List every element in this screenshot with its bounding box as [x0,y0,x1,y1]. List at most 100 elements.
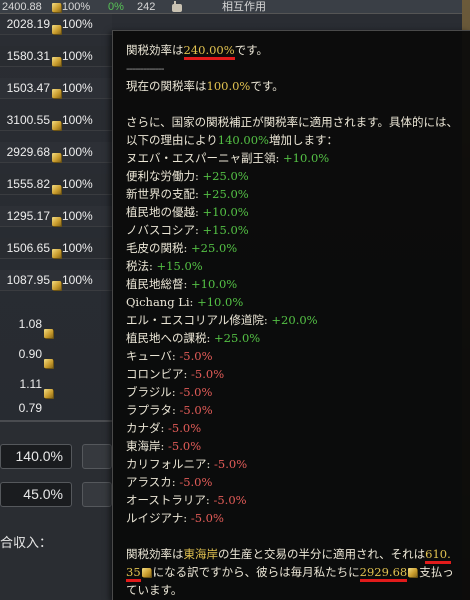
modifier-name: カリフォルニア: [126,457,211,471]
list-item[interactable]: 1.11 [0,370,112,398]
coin-icon [52,212,61,226]
table-row[interactable]: 1506.65 100% [0,238,112,259]
modifier-name: 植民地への課税: [126,331,211,345]
modifier-value: -5.0% [191,367,225,381]
row-amount: 1087.95 [6,273,50,287]
modifier-value: -5.0% [214,457,248,471]
header-count: 242 [137,1,156,13]
row-pct: 100% [62,241,93,255]
modifier-name: アラスカ: [126,475,176,489]
table-row[interactable]: 3100.55 100% [0,110,112,131]
text: になる訳ですから、彼らは毎月私たちに [152,565,360,579]
income-value-part1: 610. [425,547,451,564]
tariff-rate-box[interactable]: 140.0% [0,444,72,469]
row-pct: 100% [62,273,93,287]
row-amount: 1503.47 [6,81,50,95]
table-row[interactable]: 2929.68 100% [0,142,112,163]
modifier-value: -5.0% [179,385,213,399]
row-amount: 1555.82 [6,177,50,191]
row-amount: 1580.31 [6,49,50,63]
modifier-value: +10.0% [191,277,238,291]
modifier-row: ヌエバ・エスパーニャ副王領: +10.0% [126,149,329,167]
current-tariff-value: 100.0% [206,79,251,93]
modifier-row: 新世界の支配: +25.0% [126,185,249,203]
row-amount: 1.08 [18,317,42,331]
table-row[interactable]: 1503.47 100% [0,78,112,99]
tax-panel: 140.0% 45.0% [0,420,112,600]
hand-icon[interactable] [170,1,184,17]
modifier-name: 便利な労働力: [126,169,199,183]
interaction-tab[interactable]: 相互作用 [222,0,266,14]
modifier-row: 植民地総督: +10.0% [126,275,237,293]
modifier-value: -5.0% [213,493,247,507]
row-pct: 100% [62,145,93,159]
row-pct: 100% [62,209,93,223]
modifier-name: 新世界の支配: [126,187,199,201]
modifier-value: +15.0% [202,223,249,237]
modifier-row: 植民地の優越: +10.0% [126,203,249,221]
explanation-line-1: さらに、国家の関税補正が関税率に適用されます。具体的には、 [126,115,459,129]
adjust-button[interactable] [82,482,112,507]
explanation-line-2: 以下の理由により140.00%増加します： [126,131,338,149]
modifier-row: エル・エスコリアル修道院: +20.0% [126,311,318,329]
text: 以下の理由により [126,133,218,147]
modifier-value: -5.0% [179,475,213,489]
row-pct: 100% [62,49,93,63]
adjust-button[interactable] [82,444,112,469]
coin-icon [52,84,61,98]
modifier-row: ブラジル: -5.0% [126,383,212,401]
modifier-value: +10.0% [283,151,330,165]
coin-icon [52,244,61,258]
modifier-name: 毛皮の関税: [126,241,188,255]
coin-icon [52,148,61,162]
list-item[interactable]: 0.90 [0,340,112,368]
monthly-payment-value: 2929.68 [359,565,408,582]
header-green-pct: 0% [108,1,124,13]
modifier-value: +10.0% [202,205,249,219]
summary-line-3: ています。 [126,583,183,597]
modifier-value: +25.0% [202,169,249,183]
modifier-row: カナダ: -5.0% [126,419,201,437]
header-amount: 2400.88 [2,1,42,13]
coin-icon [52,20,61,34]
row-pct: 100% [62,177,93,191]
text: の生産と交易の半分に適用され、それは [218,547,426,561]
text: 関税効率は [126,547,184,561]
header-pct: 100% [62,1,91,13]
modifier-row: 植民地への課税: +25.0% [126,329,260,347]
tariff-efficiency-value: 240.00% [183,43,235,60]
list-item[interactable]: 1.08 [0,310,112,338]
table-row[interactable]: 2028.19 100% [0,14,112,35]
coin-icon [52,52,61,66]
modifier-value: +25.0% [214,331,261,345]
table-row[interactable]: 1295.17 100% [0,206,112,227]
row-amount: 2929.68 [6,145,50,159]
text: 増加します： [268,133,338,147]
income-value-part2: 35 [126,565,141,582]
row-pct: 100% [62,17,93,31]
coin-icon [141,564,152,577]
modifier-row: キューバ: -5.0% [126,347,213,365]
modifier-row: カリフォルニア: -5.0% [126,455,247,473]
summary-line-1: 関税効率は東海岸の生産と交易の半分に適用され、それは610. [126,545,451,564]
secondary-rate-box[interactable]: 45.0% [0,482,72,507]
table-row[interactable]: 1087.95 100% [0,270,112,291]
modifier-name: ノバスコシア: [126,223,199,237]
modifier-name: 植民地総督: [126,277,188,291]
increase-value: 140.00% [217,133,269,147]
modifier-name: Qichang Li: [126,295,194,309]
coin-icon [52,116,61,130]
table-row[interactable]: 1580.31 100% [0,46,112,67]
table-row[interactable]: 1555.82 100% [0,174,112,195]
summary-line-2: 35 になる訳ですから、彼らは毎月私たちに2929.68 支払っ [126,563,454,582]
modifier-name: 東海岸: [126,439,165,453]
modifier-name: ルイジアナ: [126,511,188,525]
list-item[interactable]: 0.79 [0,398,112,416]
modifier-name: 植民地の優越: [126,205,199,219]
modifier-name: エル・エスコリアル修道院: [126,313,268,327]
modifier-row: Qichang Li: +10.0% [126,293,243,311]
modifier-value: -5.0% [179,349,213,363]
modifier-row: 東海岸: -5.0% [126,437,201,455]
modifier-value: +25.0% [191,241,238,255]
row-pct: 100% [62,113,93,127]
